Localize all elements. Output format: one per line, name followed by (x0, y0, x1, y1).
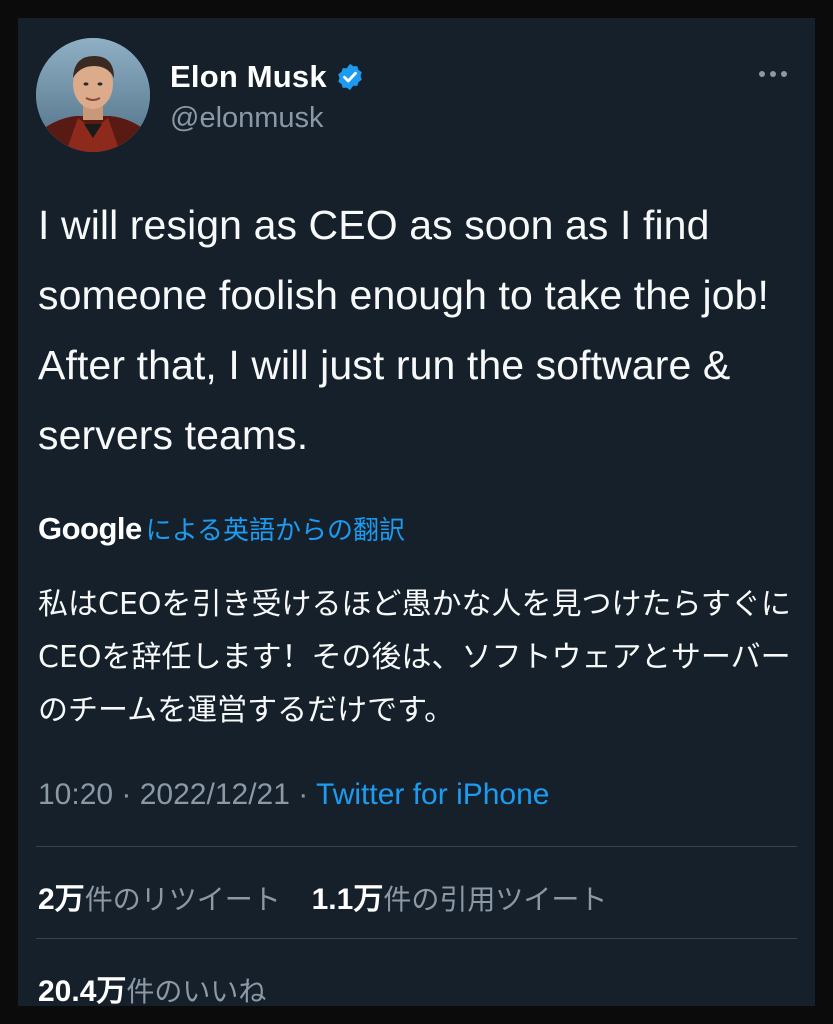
tweet-source[interactable]: Twitter for iPhone (316, 778, 549, 811)
meta-separator: · (298, 778, 317, 811)
like-count[interactable]: 20.4万件のいいね (38, 966, 266, 1006)
stats-row-likes: 20.4万件のいいね (38, 966, 266, 1006)
like-count-number: 20.4万 (38, 975, 127, 1006)
google-logo: Google (38, 511, 142, 546)
tweet-detail: Elon Musk @elonmusk I will resign as CEO… (18, 18, 815, 1006)
tweet-meta: 10:20 · 2022/12/21 · Twitter for iPhone (38, 778, 549, 812)
like-count-label: 件のいいね (126, 975, 267, 1006)
quote-count-label: 件の引用ツイート (383, 883, 608, 916)
tweet-text: I will resign as CEO as soon as I find s… (38, 202, 770, 458)
retweet-count[interactable]: 2万件のリツイート (38, 874, 281, 918)
more-dot (759, 71, 765, 77)
translation-attribution[interactable]: Google による英語からの翻訳 (38, 510, 405, 550)
avatar[interactable] (36, 38, 150, 152)
user-handle[interactable]: @elonmusk (170, 102, 365, 135)
more-dot (770, 71, 776, 77)
divider (36, 846, 797, 847)
meta-separator: · (121, 778, 140, 811)
display-name[interactable]: Elon Musk (170, 59, 327, 95)
quote-count-number: 1.1万 (311, 883, 384, 916)
tweet-time[interactable]: 10:20 (38, 778, 113, 811)
retweet-count-number: 2万 (38, 883, 85, 916)
avatar-image (36, 38, 150, 152)
tweet-header: Elon Musk @elonmusk (36, 38, 797, 158)
translation-label: による英語からの翻訳 (145, 515, 406, 545)
divider (36, 938, 797, 939)
more-options-icon[interactable] (753, 66, 793, 82)
more-dot (781, 71, 787, 77)
user-info: Elon Musk @elonmusk (170, 56, 365, 135)
display-name-row: Elon Musk (170, 56, 365, 98)
quote-count[interactable]: 1.1万件の引用ツイート (312, 874, 608, 918)
translated-tweet-text: 私はCEOを引き受けるほど愚かな人を見つけたらすぐにCEOを辞任します！その後は… (38, 587, 791, 728)
tweet-date[interactable]: 2022/12/21 (140, 778, 290, 811)
verified-badge-icon (335, 62, 365, 92)
stats-row-shares: 2万件のリツイート 1.1万件の引用ツイート (38, 874, 607, 918)
retweet-count-label: 件のリツイート (84, 883, 281, 916)
